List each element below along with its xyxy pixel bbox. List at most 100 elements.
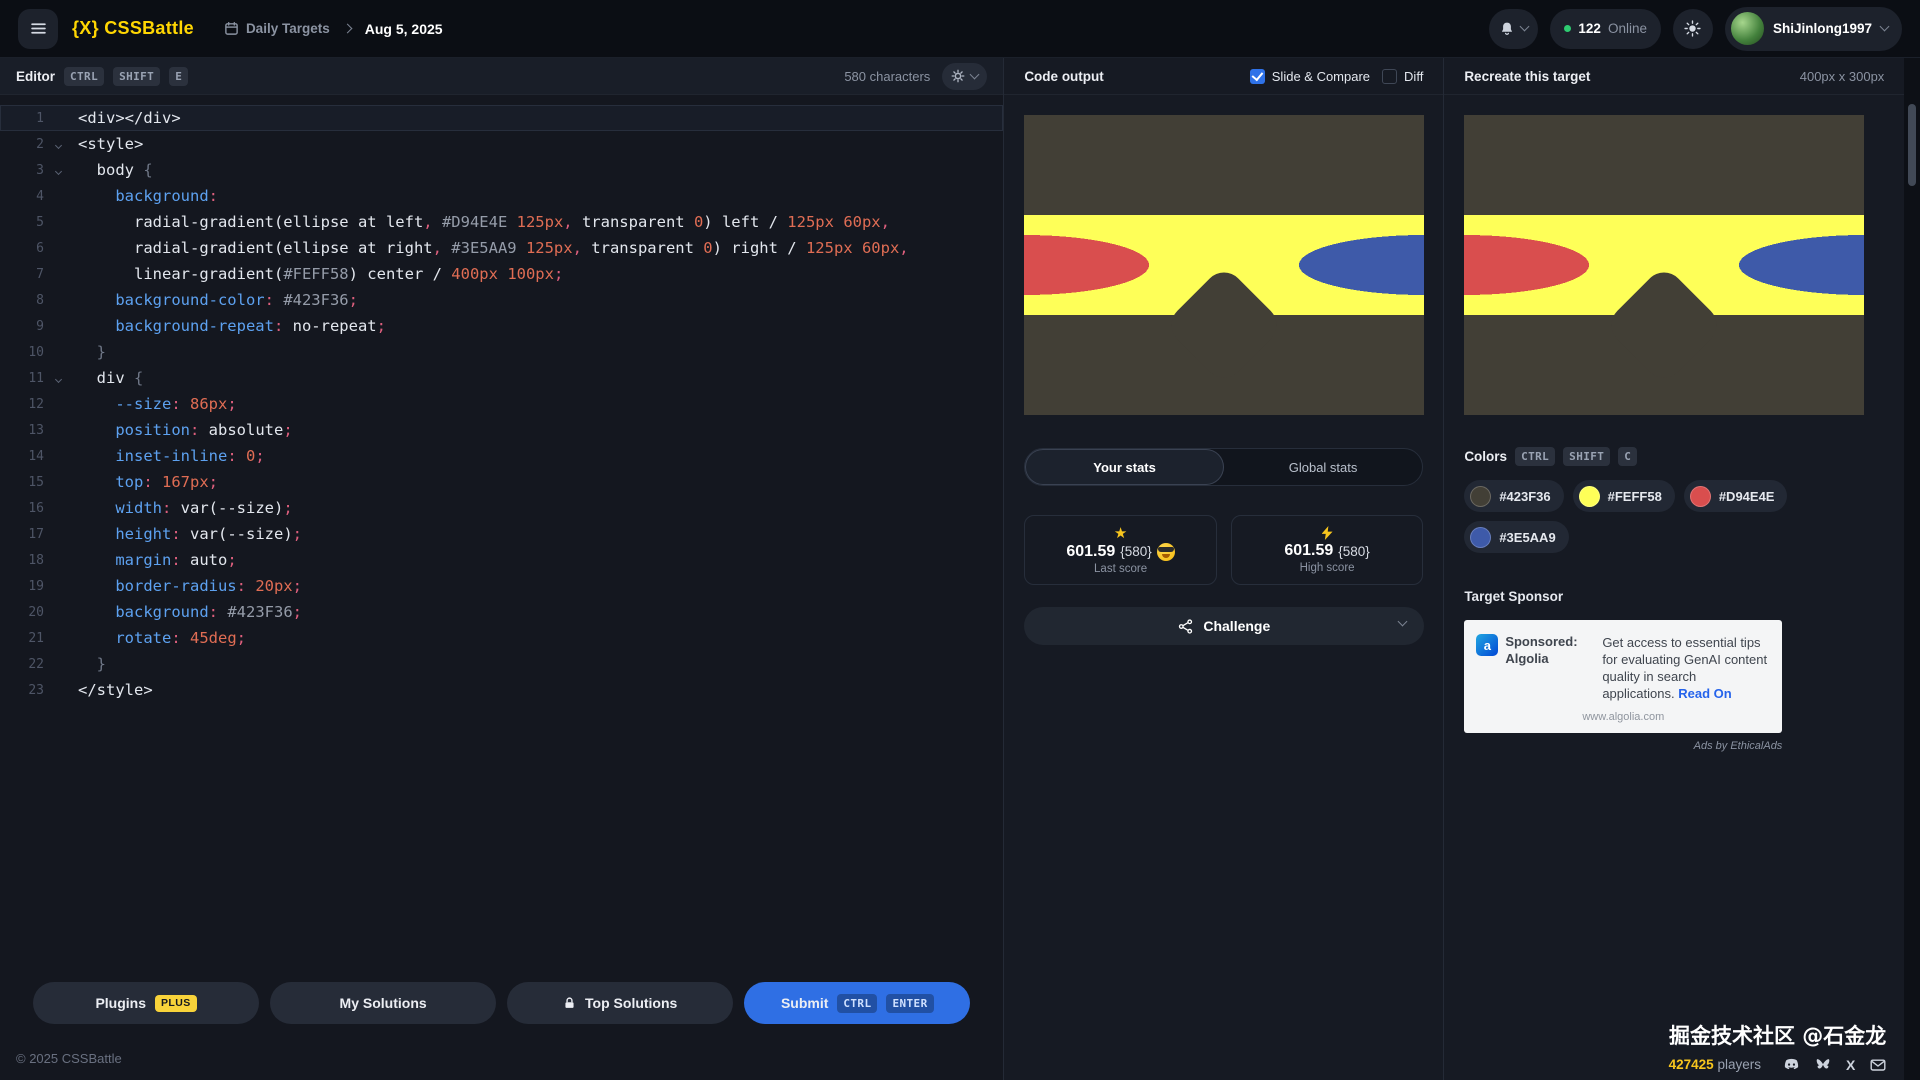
challenge-button[interactable]: Challenge (1024, 607, 1424, 645)
code-line-20[interactable]: 20 background: #423F36; (0, 599, 1003, 625)
fold-chevron-icon[interactable] (56, 136, 78, 152)
kbd-e: E (169, 67, 188, 86)
code-line-2[interactable]: 2<style> (0, 131, 1003, 157)
checkbox-checked-icon[interactable] (1250, 69, 1265, 84)
user-menu[interactable]: ShiJinlong1997 (1725, 7, 1902, 51)
code-line-5[interactable]: 5 radial-gradient(ellipse at left, #D94E… (0, 209, 1003, 235)
line-number: 10 (0, 345, 56, 360)
target-dimensions: 400px x 300px (1800, 69, 1885, 84)
line-number: 8 (0, 293, 56, 308)
editor-settings-button[interactable] (942, 63, 987, 90)
diff-toggle[interactable]: Diff (1382, 69, 1423, 84)
editor-panel: Editor CTRL SHIFT E 580 characters 1<div… (0, 58, 1004, 1080)
code-text: top: 167px; (78, 473, 218, 491)
x-icon[interactable]: X (1846, 1058, 1855, 1072)
nav-daily-targets[interactable]: Daily Targets (224, 21, 330, 36)
code-text: position: absolute; (78, 421, 293, 439)
color-swatch (1690, 486, 1711, 507)
top-navbar: {X} CSSBattle Daily Targets Aug 5, 2025 … (0, 0, 1920, 58)
code-line-3[interactable]: 3 body { (0, 157, 1003, 183)
line-number: 17 (0, 527, 56, 542)
code-line-7[interactable]: 7 linear-gradient(#FEFF58) center / 400p… (0, 261, 1003, 287)
submit-button[interactable]: Submit CTRL ENTER (744, 982, 970, 1024)
code-output-preview[interactable] (1024, 115, 1424, 415)
sponsor-section-title: Target Sponsor (1464, 589, 1884, 604)
gear-icon (951, 69, 965, 83)
code-line-18[interactable]: 18 margin: auto; (0, 547, 1003, 573)
color-chip[interactable]: #FEFF58 (1573, 480, 1675, 512)
sun-icon (1684, 20, 1701, 37)
last-score-chars: {580} (1120, 544, 1152, 559)
last-score-value: 601.59 (1066, 543, 1115, 561)
color-chip[interactable]: #D94E4E (1684, 480, 1788, 512)
code-line-14[interactable]: 14 inset-inline: 0; (0, 443, 1003, 469)
star-icon (1114, 526, 1127, 541)
color-swatch (1470, 527, 1491, 548)
menu-button[interactable] (18, 9, 58, 49)
bell-icon (1499, 21, 1515, 37)
code-line-9[interactable]: 9 background-repeat: no-repeat; (0, 313, 1003, 339)
mail-icon[interactable] (1870, 1058, 1886, 1072)
target-image[interactable] (1464, 115, 1864, 415)
code-text: radial-gradient(ellipse at right, #3E5AA… (78, 239, 909, 257)
code-line-8[interactable]: 8 background-color: #423F36; (0, 287, 1003, 313)
sponsor-card[interactable]: a Sponsored: Algolia Get access to essen… (1464, 620, 1782, 733)
read-on-link[interactable]: Read On (1678, 686, 1731, 701)
code-text: radial-gradient(ellipse at left, #D94E4E… (78, 213, 890, 231)
discord-icon[interactable] (1783, 1058, 1800, 1072)
sponsor-url[interactable]: www.algolia.com (1476, 711, 1770, 723)
plugins-button[interactable]: Plugins PLUS (33, 982, 259, 1024)
output-header: Code output Slide & Compare Diff (1004, 58, 1443, 95)
code-line-1[interactable]: 1<div></div> (0, 105, 1003, 131)
fold-chevron-icon[interactable] (56, 370, 78, 386)
slide-compare-label: Slide & Compare (1272, 69, 1370, 84)
line-number: 9 (0, 319, 56, 334)
code-line-6[interactable]: 6 radial-gradient(ellipse at right, #3E5… (0, 235, 1003, 261)
line-number: 4 (0, 189, 56, 204)
theme-toggle-button[interactable] (1673, 9, 1713, 49)
my-solutions-button[interactable]: My Solutions (270, 982, 496, 1024)
color-chip[interactable]: #423F36 (1464, 480, 1563, 512)
color-chip[interactable]: #3E5AA9 (1464, 521, 1568, 553)
kbd-ctrl: CTRL (837, 994, 877, 1013)
high-score-card: 601.59 {580} High score (1231, 515, 1424, 585)
code-editor[interactable]: 1<div></div>2<style>3 body {4 background… (0, 95, 1003, 703)
code-line-10[interactable]: 10 } (0, 339, 1003, 365)
plugins-label: Plugins (95, 995, 146, 1011)
social-links: X (1783, 1058, 1886, 1072)
code-line-16[interactable]: 16 width: var(--size); (0, 495, 1003, 521)
fold-chevron-icon[interactable] (56, 162, 78, 178)
bluesky-icon[interactable] (1815, 1058, 1831, 1072)
code-line-23[interactable]: 23</style> (0, 677, 1003, 703)
color-hex: #423F36 (1499, 489, 1550, 504)
notifications-button[interactable] (1489, 9, 1538, 49)
character-count: 580 characters (844, 69, 930, 84)
high-score-chars: {580} (1338, 544, 1370, 559)
code-line-21[interactable]: 21 rotate: 45deg; (0, 625, 1003, 651)
code-text: background-repeat: no-repeat; (78, 317, 386, 335)
tab-global-stats[interactable]: Global stats (1224, 449, 1423, 485)
players-number: 427425 (1669, 1057, 1714, 1072)
tab-your-stats[interactable]: Your stats (1025, 449, 1224, 485)
code-line-13[interactable]: 13 position: absolute; (0, 417, 1003, 443)
code-line-15[interactable]: 15 top: 167px; (0, 469, 1003, 495)
ads-attribution: Ads by EthicalAds (1464, 740, 1782, 752)
players-label: players (1717, 1057, 1761, 1072)
slide-compare-toggle[interactable]: Slide & Compare (1250, 69, 1370, 84)
code-line-17[interactable]: 17 height: var(--size); (0, 521, 1003, 547)
line-number: 18 (0, 553, 56, 568)
color-swatch (1579, 486, 1600, 507)
code-line-12[interactable]: 12 --size: 86px; (0, 391, 1003, 417)
checkbox-empty-icon[interactable] (1382, 69, 1397, 84)
stats-tabs: Your stats Global stats (1024, 448, 1423, 486)
code-text: <style> (78, 135, 143, 153)
code-line-22[interactable]: 22 } (0, 651, 1003, 677)
code-line-19[interactable]: 19 border-radius: 20px; (0, 573, 1003, 599)
code-line-11[interactable]: 11 div { (0, 365, 1003, 391)
scrollbar-thumb[interactable] (1908, 104, 1916, 186)
cssbattle-logo[interactable]: {X} CSSBattle (72, 18, 194, 39)
plus-badge: PLUS (155, 995, 197, 1012)
top-solutions-button[interactable]: Top Solutions (507, 982, 733, 1024)
code-line-4[interactable]: 4 background: (0, 183, 1003, 209)
online-status[interactable]: 122 Online (1550, 9, 1661, 49)
